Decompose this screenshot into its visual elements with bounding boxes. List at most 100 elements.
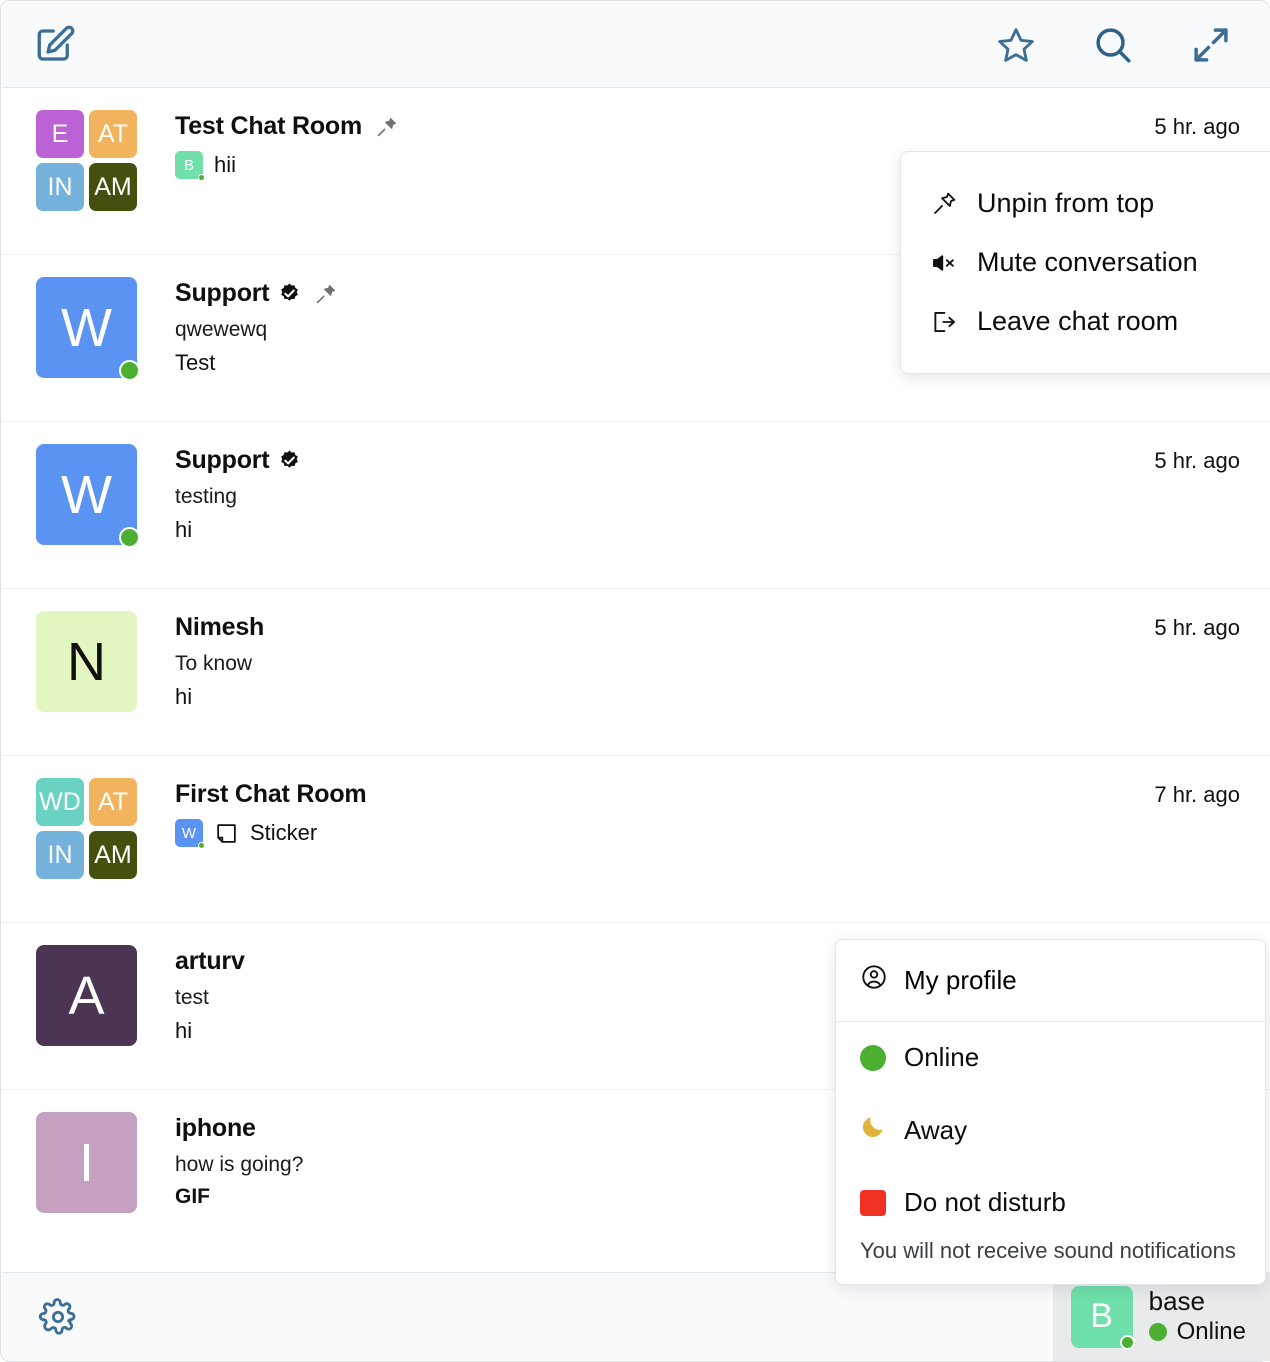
user-circle-icon xyxy=(860,963,888,998)
panel-header xyxy=(2,2,1270,88)
current-user-chip[interactable]: B base Online xyxy=(1052,1272,1270,1361)
status-dot-icon xyxy=(1148,1323,1167,1342)
pin-icon xyxy=(314,282,338,306)
conversation-preview-text: GIF xyxy=(175,1185,210,1208)
status-hint-text: You will not receive sound notifications xyxy=(860,1238,1236,1263)
conversation-preview: W Sticker xyxy=(175,819,1138,849)
preview-sender-presence-dot xyxy=(198,174,205,181)
mute-icon-svg xyxy=(933,254,954,271)
conversation-title-line: Support xyxy=(175,446,1138,475)
header-actions xyxy=(996,24,1270,66)
conversation-row-support-testing[interactable]: W Support testing hi 5 hr. ago xyxy=(2,422,1270,589)
pin-icon-svg xyxy=(317,284,336,303)
user-status-menu[interactable]: My profile Online Away Do not disturb Yo… xyxy=(835,939,1266,1285)
conversation-title: Nimesh xyxy=(175,613,265,641)
menu-item-leave[interactable]: Leave chat room xyxy=(901,292,1270,351)
presence-dot xyxy=(119,527,140,548)
preview-sender-presence-dot xyxy=(198,842,205,849)
expand-icon-svg xyxy=(1194,27,1228,62)
leave-icon xyxy=(929,308,959,336)
avatar-cell: WD xyxy=(36,778,84,826)
chat-list-panel: E AT IN AM Test Chat Room Bhii 5 hr. ago W Suppo… xyxy=(0,0,1270,1362)
header-left-group xyxy=(2,24,76,66)
compose-edit-icon[interactable] xyxy=(34,24,76,66)
conversation-body: First Chat Room W Sticker xyxy=(175,778,1138,900)
status-option-online-label: Online xyxy=(904,1042,980,1072)
gear-icon[interactable] xyxy=(38,1297,78,1337)
search-icon-svg xyxy=(1096,27,1131,62)
status-option-online[interactable]: Online xyxy=(836,1022,1265,1093)
status-option-dnd[interactable]: Do not disturb xyxy=(836,1167,1265,1238)
avatar: A xyxy=(36,945,137,1046)
presence-dot xyxy=(1119,1334,1135,1350)
conversation-preview-text: Test xyxy=(175,350,216,375)
conversation-preview: hi xyxy=(175,684,1138,710)
red-square-icon xyxy=(860,1189,886,1216)
avatar-initial: I xyxy=(36,1112,137,1213)
menu-item-my-profile[interactable]: My profile xyxy=(836,940,1265,1022)
conversation-body: Nimesh To know hi xyxy=(175,611,1138,733)
menu-item-mute-label: Mute conversation xyxy=(977,247,1198,277)
expand-icon[interactable] xyxy=(1190,24,1232,66)
verified-badge-icon-svg xyxy=(281,283,299,301)
search-icon[interactable] xyxy=(1092,24,1134,66)
avatar-cell: AM xyxy=(89,163,137,211)
leave-icon-svg xyxy=(934,311,955,332)
avatar-grid: WD AT IN AM xyxy=(36,778,137,879)
conversation-title: Support xyxy=(175,446,270,474)
avatar-cell: E xyxy=(36,110,84,158)
avatar: W xyxy=(36,444,140,548)
conversation-preview-text: hi xyxy=(175,517,193,542)
favorites-star-icon[interactable] xyxy=(996,25,1036,65)
sticker-icon-svg xyxy=(217,823,236,843)
current-user-status: Online xyxy=(1148,1318,1246,1346)
conversation-timestamp: 5 hr. ago xyxy=(1154,448,1240,473)
compose-edit-icon-svg xyxy=(37,25,75,61)
favorites-star-icon-svg xyxy=(998,27,1034,62)
avatar: E AT IN AM xyxy=(36,110,137,211)
avatar-cell: AM xyxy=(89,831,137,879)
green-circle-icon xyxy=(860,1044,886,1071)
conversation-title-line: First Chat Room xyxy=(175,780,1138,809)
verified-badge-icon xyxy=(278,449,301,472)
conversation-preview: hi xyxy=(175,517,1138,543)
avatar: W xyxy=(36,277,140,381)
conversation-title: First Chat Room xyxy=(175,780,367,808)
conversation-title: iphone xyxy=(175,1114,256,1142)
footer-left-group xyxy=(2,1297,78,1337)
avatar-cell: AT xyxy=(89,110,137,158)
conversation-title-line: Nimesh xyxy=(175,613,1138,642)
conversation-timestamp: 5 hr. ago xyxy=(1154,615,1240,640)
conversation-body: Support testing hi xyxy=(175,444,1138,566)
current-user-status-label: Online xyxy=(1176,1318,1246,1346)
menu-item-unpin[interactable]: Unpin from top xyxy=(901,174,1270,233)
avatar-initial: N xyxy=(36,611,137,712)
current-user-name: base xyxy=(1148,1285,1206,1316)
my-profile-label: My profile xyxy=(904,965,1017,995)
conversation-title: Support xyxy=(175,279,270,307)
gear-icon-svg xyxy=(38,1297,76,1335)
pin-icon-svg xyxy=(377,117,397,136)
moon-icon xyxy=(860,1113,886,1147)
avatar: N xyxy=(36,611,137,712)
conversation-preview-text: Sticker xyxy=(250,820,318,845)
status-option-away[interactable]: Away xyxy=(836,1093,1265,1167)
avatar-cell: IN xyxy=(36,163,84,211)
avatar-cell: AT xyxy=(89,778,137,826)
preview-sender-avatar: B xyxy=(175,151,205,181)
conversation-row-nimesh[interactable]: N Nimesh To know hi 5 hr. ago xyxy=(2,589,1270,756)
conversation-timestamp: 7 hr. ago xyxy=(1154,782,1240,807)
verified-badge-icon xyxy=(278,282,301,305)
current-user-meta: base Online xyxy=(1148,1285,1246,1347)
chat-context-menu[interactable]: Unpin from top Mute conversation Leave c… xyxy=(900,151,1270,374)
status-option-away-label: Away xyxy=(904,1114,968,1145)
menu-item-leave-label: Leave chat room xyxy=(977,306,1179,336)
pin-icon xyxy=(375,115,399,139)
mute-icon xyxy=(929,249,959,277)
menu-item-mute[interactable]: Mute conversation xyxy=(901,233,1270,292)
panel-footer: B base Online xyxy=(2,1272,1270,1361)
conversation-preview-text: hi xyxy=(175,684,193,709)
conversation-row-first-chat-room[interactable]: WD AT IN AM First Chat Room W Sticker 7 hr. ago xyxy=(2,756,1270,923)
conversation-title-line: Test Chat Room xyxy=(175,112,1138,141)
menu-item-unpin-label: Unpin from top xyxy=(977,188,1155,218)
